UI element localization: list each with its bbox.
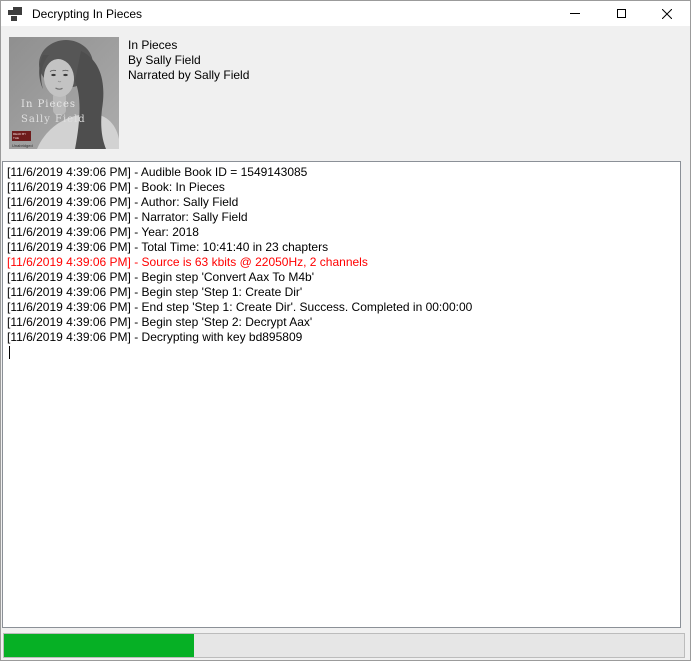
minimize-button[interactable] xyxy=(552,1,598,26)
book-cover-image: In Pieces Sally Field READ BY THE AUTHOR… xyxy=(9,37,119,149)
log-line: [11/6/2019 4:39:06 PM] - Book: In Pieces xyxy=(7,180,676,195)
app-icon[interactable] xyxy=(8,6,23,21)
progress-fill xyxy=(4,634,194,657)
book-title: In Pieces xyxy=(128,38,249,53)
log-line: [11/6/2019 4:39:06 PM] - Begin step 'Ste… xyxy=(7,315,676,330)
window-title: Decrypting In Pieces xyxy=(32,7,142,21)
cover-edition-text: Unabridged xyxy=(12,143,33,148)
log-line: [11/6/2019 4:39:06 PM] - End step 'Step … xyxy=(7,300,676,315)
minimize-icon xyxy=(570,13,580,14)
cover-author-text: Sally Field xyxy=(21,114,86,125)
title-bar[interactable]: Decrypting In Pieces xyxy=(1,1,690,26)
log-line: [11/6/2019 4:39:06 PM] - Year: 2018 xyxy=(7,225,676,240)
close-icon xyxy=(662,9,672,19)
cover-read-by-author-badge: READ BY THE AUTHOR xyxy=(12,131,31,141)
log-line: [11/6/2019 4:39:06 PM] - Total Time: 10:… xyxy=(7,240,676,255)
maximize-icon xyxy=(617,9,626,18)
log-line: [11/6/2019 4:39:06 PM] - Begin step 'Ste… xyxy=(7,285,676,300)
window-controls xyxy=(552,1,690,26)
book-author: By Sally Field xyxy=(128,53,249,68)
log-line: [11/6/2019 4:39:06 PM] - Decrypting with… xyxy=(7,330,676,345)
log-line: [11/6/2019 4:39:06 PM] - Source is 63 kb… xyxy=(7,255,676,270)
book-narrator: Narrated by Sally Field xyxy=(128,68,249,83)
log-line: [11/6/2019 4:39:06 PM] - Begin step 'Con… xyxy=(7,270,676,285)
app-window: { "window": { "title": "Decrypting In Pi… xyxy=(0,0,691,661)
log-textbox[interactable]: [11/6/2019 4:39:06 PM] - Audible Book ID… xyxy=(2,161,681,628)
close-button[interactable] xyxy=(644,1,690,26)
cover-title-text: In Pieces xyxy=(21,99,76,110)
log-line: [11/6/2019 4:39:06 PM] - Narrator: Sally… xyxy=(7,210,676,225)
maximize-button[interactable] xyxy=(598,1,644,26)
log-line: [11/6/2019 4:39:06 PM] - Author: Sally F… xyxy=(7,195,676,210)
progress-bar xyxy=(3,633,685,658)
text-caret xyxy=(9,346,10,359)
log-lines: [11/6/2019 4:39:06 PM] - Audible Book ID… xyxy=(7,165,676,345)
book-info: In Pieces By Sally Field Narrated by Sal… xyxy=(128,38,249,83)
log-line: [11/6/2019 4:39:06 PM] - Audible Book ID… xyxy=(7,165,676,180)
